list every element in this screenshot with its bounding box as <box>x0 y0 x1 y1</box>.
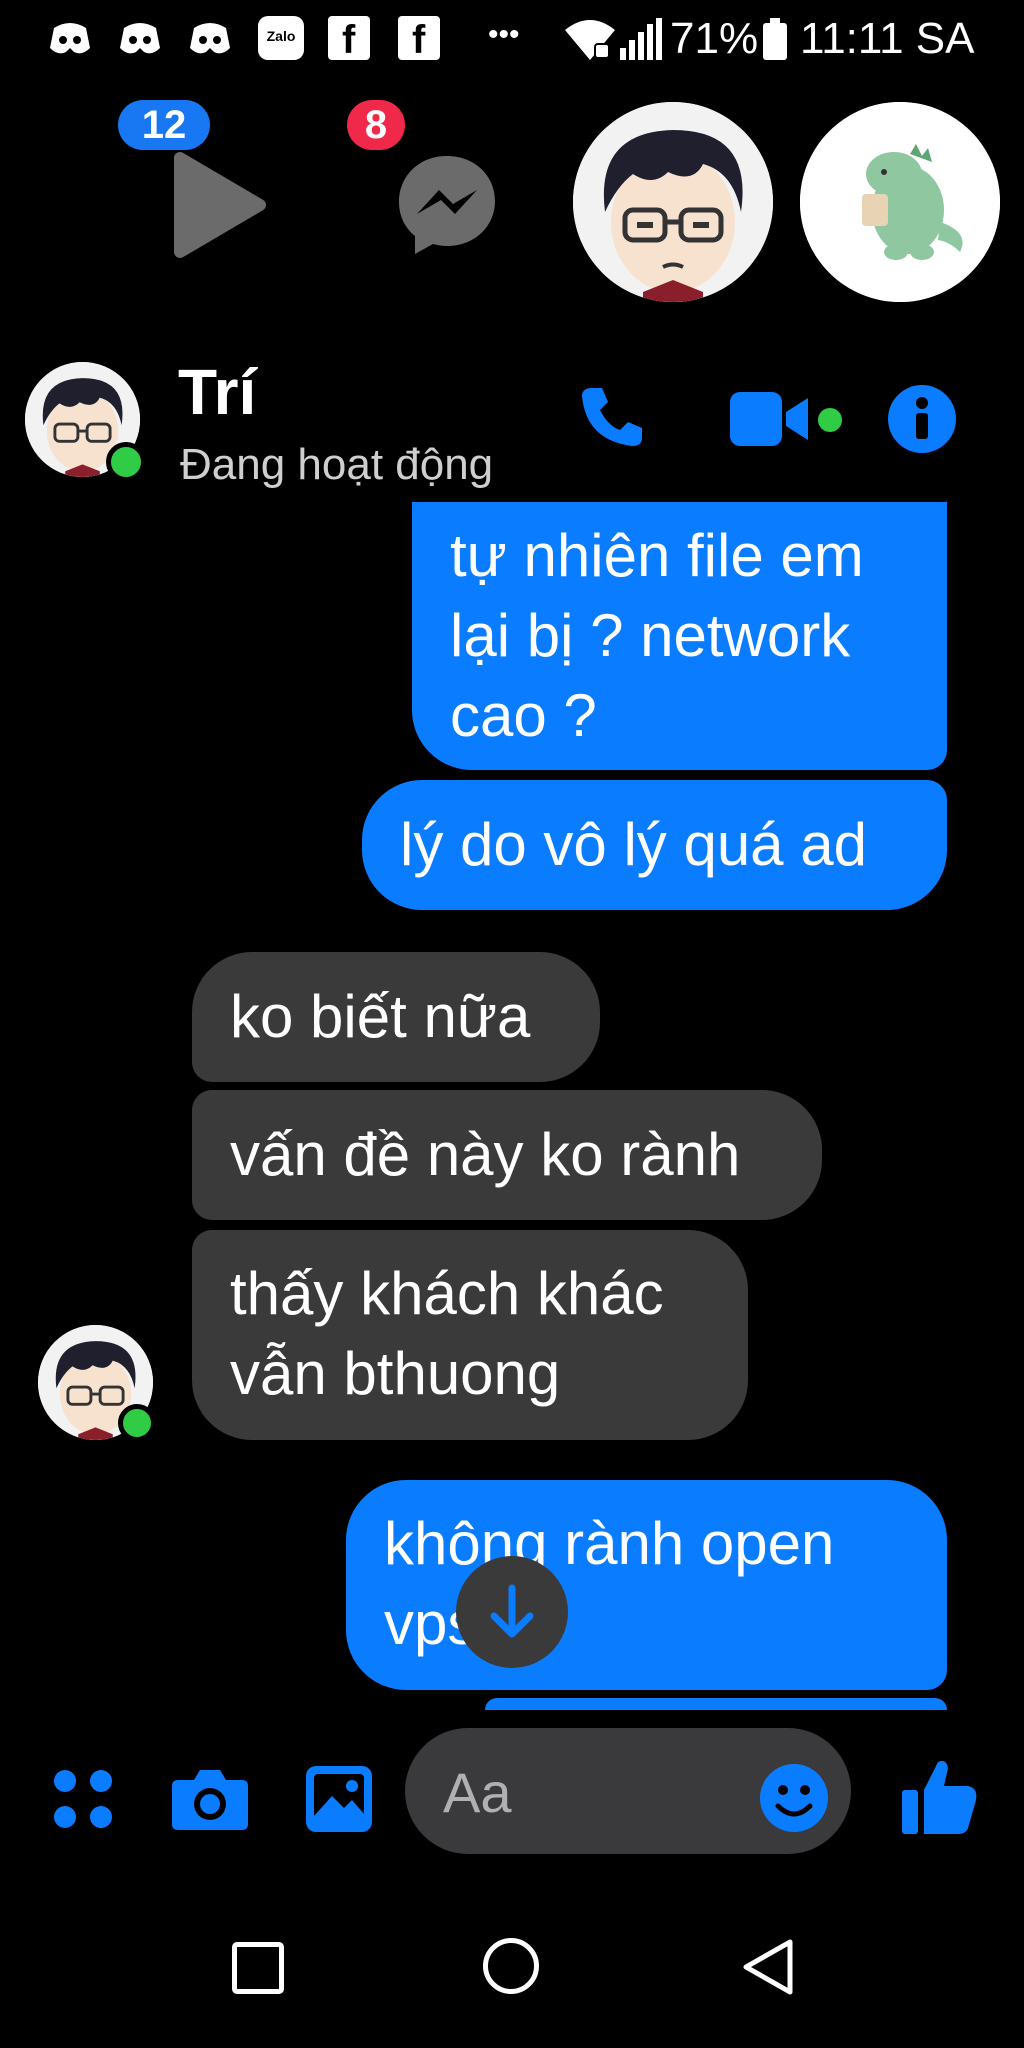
recent-apps-button[interactable] <box>232 1942 284 1994</box>
contact-status: Đang hoạt động <box>180 440 494 489</box>
avatar-chat-head[interactable] <box>573 102 773 302</box>
wifi-icon <box>565 16 615 62</box>
emoji-button[interactable] <box>758 1762 830 1834</box>
dinosaur-chat-head[interactable] <box>800 102 1000 302</box>
more-actions-button[interactable] <box>52 1768 114 1830</box>
zalo-label: Zalo <box>266 28 296 44</box>
discord-icon <box>188 20 232 60</box>
message-line: cao ? <box>450 682 597 749</box>
video-chat-head[interactable] <box>170 150 270 260</box>
battery-icon <box>763 18 787 60</box>
camera-button[interactable] <box>172 1768 248 1830</box>
facebook-icon: f <box>328 16 370 62</box>
battery-percent: 71% <box>670 14 759 63</box>
back-button[interactable] <box>740 1938 796 1996</box>
message-line: ko biết nữa <box>230 983 531 1050</box>
play-icon <box>174 152 266 258</box>
outgoing-bubble[interactable]: tự nhiên file em lại bị ? network cao ? <box>412 502 947 770</box>
video-badge: 12 <box>118 100 210 150</box>
message-line: vấn đề này ko rành <box>230 1121 741 1188</box>
call-button[interactable] <box>578 384 644 450</box>
messenger-chat-head[interactable] <box>395 152 500 257</box>
message-line: lý do vô lý quá ad <box>400 811 867 878</box>
thumbs-up-icon <box>902 1760 977 1834</box>
system-nav-bar <box>0 1880 1024 2048</box>
discord-icon <box>48 20 92 60</box>
info-icon <box>916 397 928 439</box>
message-input-placeholder: Aa <box>443 1761 512 1824</box>
message-line: tự nhiên file em <box>450 522 864 589</box>
dinosaur-avatar <box>800 102 1000 302</box>
signal-icon <box>620 18 662 60</box>
contact-name[interactable]: Trí <box>178 355 256 429</box>
incoming-bubble[interactable]: ko biết nữa <box>192 952 600 1082</box>
video-call-button[interactable] <box>730 392 810 446</box>
camera-icon <box>172 1770 248 1830</box>
outgoing-bubble-partial[interactable] <box>485 1698 947 1710</box>
grid-dots-icon <box>54 1770 112 1828</box>
online-indicator <box>106 442 146 482</box>
clock: 11:11 SA <box>800 14 975 63</box>
discord-icon <box>118 20 162 60</box>
gallery-button[interactable] <box>306 1766 372 1832</box>
messenger-icon <box>399 156 495 254</box>
avatar <box>573 102 773 302</box>
back-triangle-icon <box>743 1939 793 1995</box>
smiley-icon <box>760 1764 828 1832</box>
arrow-down-icon <box>490 1584 534 1638</box>
incoming-bubble[interactable]: thấy khách khác vẫn bthuong <box>192 1230 748 1440</box>
zalo-icon: Zalo <box>258 16 304 60</box>
status-bar: Zalo f f ••• 71% 11:11 SA <box>0 0 1024 80</box>
outgoing-bubble[interactable]: không rành open vps <box>346 1480 947 1690</box>
online-indicator <box>118 1404 156 1442</box>
incoming-bubble[interactable]: vấn đề này ko rành <box>192 1090 822 1220</box>
message-line: lại bị ? network <box>450 602 851 669</box>
facebook-icon: f <box>398 16 440 62</box>
like-button[interactable] <box>902 1756 978 1836</box>
image-icon <box>306 1766 372 1832</box>
video-online-dot <box>818 408 842 432</box>
scroll-down-button[interactable] <box>456 1556 568 1668</box>
message-line: vẫn bthuong <box>230 1340 561 1407</box>
video-camera-icon <box>730 392 808 446</box>
messenger-badge: 8 <box>347 100 405 150</box>
home-button[interactable] <box>483 1938 539 1994</box>
more-icon: ••• <box>488 18 520 51</box>
phone-icon <box>582 388 642 446</box>
message-line: thấy khách khác <box>230 1260 664 1327</box>
info-button[interactable] <box>888 385 956 453</box>
outgoing-bubble[interactable]: lý do vô lý quá ad <box>362 780 947 910</box>
